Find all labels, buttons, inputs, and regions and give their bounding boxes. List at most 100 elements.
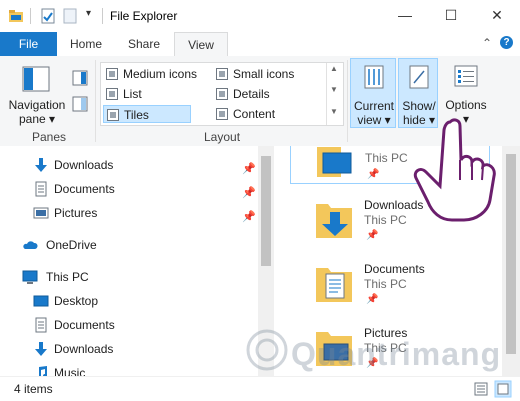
- quick-access-dropdown-icon[interactable]: ▾: [86, 8, 91, 19]
- details-icon: [216, 88, 228, 100]
- current-view-label-1: Current: [353, 99, 394, 113]
- layout-item-label: Content: [233, 107, 276, 121]
- status-bar: 4 items: [0, 376, 520, 401]
- downloads-folder-icon: [316, 204, 352, 238]
- navigation-pane-label-1: Navigation: [8, 98, 66, 112]
- layout-medium-icons[interactable]: Medium icons: [103, 65, 209, 83]
- nav-item-documents[interactable]: Documents: [0, 314, 258, 336]
- download-arrow-icon: [35, 158, 47, 172]
- hand-pointer-icon: [413, 118, 496, 222]
- nav-item-label: Documents: [54, 318, 115, 332]
- document-icon: [35, 181, 47, 197]
- pin-icon[interactable]: 📌: [242, 158, 256, 180]
- layout-small-icons[interactable]: Small icons: [213, 65, 329, 83]
- nav-item-label: Desktop: [54, 294, 99, 308]
- tile-location: This PC: [365, 151, 408, 165]
- tab-view[interactable]: View: [174, 32, 228, 58]
- documents-folder-icon: [316, 268, 352, 302]
- nav-item-desktop[interactable]: Desktop: [0, 290, 258, 312]
- watermark-logo-icon: [246, 329, 288, 371]
- details-view-toggle-icon[interactable]: [474, 382, 488, 396]
- current-view-label-2: view ▾: [357, 113, 391, 127]
- small-icons-icon: [216, 68, 228, 80]
- nav-item-music[interactable]: Music: [0, 362, 258, 376]
- pin-icon: 📌: [367, 169, 380, 180]
- item-count: 4 items: [14, 382, 53, 396]
- pin-icon[interactable]: 📌: [242, 206, 256, 228]
- current-view-button[interactable]: Current view ▾: [350, 58, 396, 128]
- picture-icon: [33, 207, 49, 219]
- layout-group-label: Layout: [204, 130, 241, 144]
- nav-item-label: Downloads: [54, 158, 114, 172]
- tab-share[interactable]: Share: [118, 32, 170, 56]
- qa-divider: [102, 8, 103, 24]
- navigation-pane: Downloads 📌 Documents 📌 Pictures 📌 OneDr…: [0, 146, 258, 376]
- tab-file[interactable]: File: [0, 32, 57, 56]
- nav-item-label: OneDrive: [46, 238, 97, 252]
- tile-location: This PC: [364, 213, 407, 227]
- pin-icon[interactable]: 📌: [242, 182, 256, 204]
- nav-item-this-pc[interactable]: This PC: [0, 266, 258, 288]
- ribbon-tabs: File Home Share View ⌃ ?: [0, 32, 520, 58]
- layout-tiles[interactable]: Tiles: [103, 105, 191, 123]
- layout-item-label: Tiles: [124, 108, 149, 122]
- navigation-pane-icon: [22, 66, 50, 92]
- nav-item-onedrive[interactable]: OneDrive: [0, 234, 258, 256]
- properties-icon[interactable]: [40, 8, 56, 24]
- list-icon: [106, 88, 118, 100]
- nav-item-label: Music: [54, 366, 86, 376]
- layout-content[interactable]: Content: [213, 105, 329, 123]
- medium-icons-icon: [106, 68, 118, 80]
- show-hide-label-1: Show/: [402, 99, 436, 113]
- collapse-ribbon-icon[interactable]: ⌃: [482, 36, 492, 50]
- window-title: File Explorer: [110, 9, 178, 23]
- content-icon: [216, 108, 228, 120]
- tab-home[interactable]: Home: [62, 32, 110, 56]
- cloud-icon: [23, 241, 38, 249]
- navigation-pane-label-2: pane ▾: [18, 112, 56, 126]
- layout-gallery: Medium icons Small icons List Details Ti…: [100, 62, 344, 126]
- layout-gallery-scroller[interactable]: ▲ ▼ ▼: [326, 63, 343, 125]
- maximize-button[interactable]: ☐: [428, 0, 474, 30]
- gallery-up-icon[interactable]: ▲: [330, 64, 338, 73]
- tile-documents[interactable]: Documents This PC 📌: [314, 260, 494, 316]
- options-icon: [454, 65, 478, 87]
- gallery-more-icon[interactable]: ▼: [330, 107, 338, 116]
- ribbon-separator: [347, 60, 348, 142]
- large-icons-view-toggle-icon[interactable]: [494, 380, 512, 398]
- file-explorer-app-icon[interactable]: [8, 8, 24, 24]
- panes-group-label: Panes: [32, 130, 67, 144]
- nav-item-downloads[interactable]: Downloads: [0, 338, 258, 360]
- monitor-icon: [22, 270, 38, 284]
- gallery-down-icon[interactable]: ▼: [330, 85, 338, 94]
- close-button[interactable]: ✕: [474, 0, 520, 30]
- watermark-text: Quantrimang: [291, 336, 502, 372]
- new-folder-icon[interactable]: [62, 8, 78, 24]
- nav-item-downloads-pinned[interactable]: Downloads 📌: [0, 154, 258, 176]
- help-icon[interactable]: ?: [500, 36, 513, 49]
- music-icon: [39, 366, 47, 376]
- current-view-icon: [364, 65, 384, 89]
- nav-item-documents-pinned[interactable]: Documents 📌: [0, 178, 258, 200]
- minimize-button[interactable]: —: [382, 0, 428, 30]
- nav-item-pictures-pinned[interactable]: Pictures 📌: [0, 202, 258, 224]
- layout-item-label: Details: [233, 87, 270, 101]
- tiles-icon: [107, 109, 119, 121]
- layout-item-label: Medium icons: [123, 67, 198, 81]
- navigation-pane-button[interactable]: Navigation pane ▾: [6, 58, 66, 128]
- preview-pane-icon[interactable]: [72, 70, 88, 86]
- nav-item-label: Pictures: [54, 206, 98, 220]
- download-arrow-icon: [35, 342, 47, 356]
- layout-item-label: Small icons: [233, 67, 295, 81]
- desktop-icon: [33, 295, 49, 307]
- pin-icon: 📌: [366, 294, 379, 305]
- nav-pane-scroll-thumb[interactable]: [261, 156, 271, 266]
- layout-details[interactable]: Details: [213, 85, 329, 103]
- qa-divider: [30, 8, 31, 24]
- options-label-1: Options: [445, 98, 487, 112]
- details-pane-icon[interactable]: [72, 96, 88, 112]
- title-bar: ▾ File Explorer — ☐ ✕: [0, 0, 520, 32]
- layout-list[interactable]: List: [103, 85, 209, 103]
- desktop-folder-icon: [317, 147, 352, 177]
- nav-item-label: This PC: [46, 270, 89, 284]
